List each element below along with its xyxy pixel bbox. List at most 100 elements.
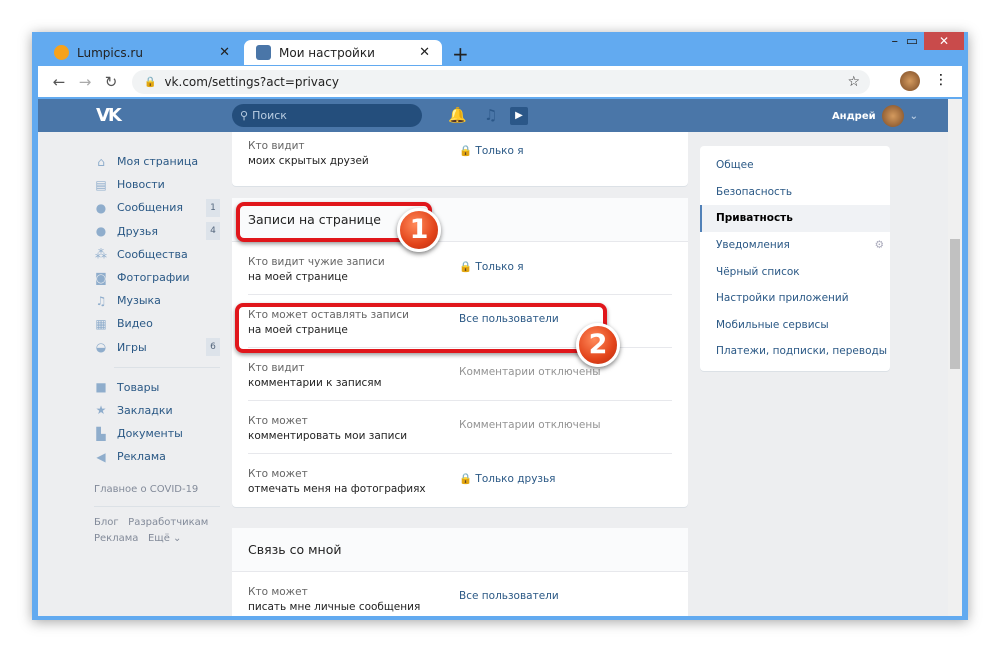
sidebar: ⌂ Моя страница ▤ Новости ● Сообщения 1 ● Друзья 4… xyxy=(94,150,220,547)
sidebar-item-label: Фотографии xyxy=(117,271,190,285)
section-title: Связь со мной xyxy=(232,528,688,572)
divider xyxy=(114,366,220,368)
menu-dots-icon[interactable]: ⋮ xyxy=(934,72,948,88)
video-icon: ▦ xyxy=(95,316,107,331)
sidebar-item[interactable]: ◒ Игры 6 xyxy=(94,336,220,359)
sidebar-item[interactable]: ⌂ Моя страница xyxy=(94,150,220,173)
divider xyxy=(94,506,220,508)
sidebar-item-label: Товары xyxy=(117,380,160,394)
sidebar-item-label: Музыка xyxy=(117,294,161,308)
close-tab-icon[interactable]: ✕ xyxy=(219,45,230,60)
sidebar-item[interactable]: ▦ Видео xyxy=(94,312,220,335)
star-icon: ★ xyxy=(95,403,107,418)
menu-item[interactable]: Приватность xyxy=(700,205,890,232)
sidebar-item[interactable]: ⁂ Сообщества xyxy=(94,243,220,266)
maximize-button[interactable]: ▭ xyxy=(906,34,918,49)
sidebar-item[interactable]: ♫ Музыка xyxy=(94,289,220,312)
setting-value-dropdown[interactable]: 🔒 Только я xyxy=(459,260,524,273)
bookmark-star-icon[interactable]: ☆ xyxy=(847,74,860,90)
sidebar-item[interactable]: ◀ Реклама xyxy=(94,445,220,468)
gear-icon[interactable]: ⚙ xyxy=(875,239,884,251)
setting-value-dropdown[interactable]: Все пользователи xyxy=(459,590,559,602)
menu-item[interactable]: Платежи, подписки, переводы xyxy=(700,338,890,365)
menu-item[interactable]: Уведомления ⚙ xyxy=(700,232,890,259)
setting-row[interactable]: Кто видит чужие записи на моей странице 🔒 … xyxy=(248,242,672,295)
sidebar-item[interactable]: ★ Закладки xyxy=(94,399,220,422)
setting-row[interactable]: Кто может отмечать меня на фотографиях 🔒 Т… xyxy=(248,454,672,507)
sidebar-item[interactable]: ● Друзья 4 xyxy=(94,220,220,243)
setting-row[interactable]: Кто может комментировать мои записи Коммен… xyxy=(248,401,672,454)
url-text: vk.com/settings?act=privacy xyxy=(164,75,339,89)
blog-link[interactable]: Блог xyxy=(94,517,119,528)
ads-link[interactable]: Реклама xyxy=(94,533,138,544)
vk-favicon-icon xyxy=(256,45,271,60)
minimize-button[interactable]: – xyxy=(892,34,899,49)
tab-lumpics[interactable]: Lumpics.ru ✕ xyxy=(42,40,242,65)
setting-value-dropdown[interactable]: Комментарии отключены xyxy=(459,366,601,378)
sidebar-item-label: Игры xyxy=(117,340,147,354)
news-icon: ▤ xyxy=(95,177,107,192)
menu-item[interactable]: Общее xyxy=(700,152,890,179)
vk-logo[interactable]: VK xyxy=(96,105,122,126)
scrollbar-thumb[interactable] xyxy=(950,239,960,369)
profile-avatar[interactable] xyxy=(900,71,920,91)
close-window-button[interactable]: ✕ xyxy=(924,32,964,50)
count-badge: 1 xyxy=(206,198,220,217)
setting-question: Кто может отмечать меня на фотографиях xyxy=(248,468,426,495)
covid-link[interactable]: Главное о COVID-19 xyxy=(94,482,220,498)
setting-value-dropdown[interactable]: Комментарии отключены xyxy=(459,419,601,431)
user-menu[interactable]: Андрей ⌄ xyxy=(832,105,918,127)
menu-item[interactable]: Мобильные сервисы xyxy=(700,312,890,339)
menu-item[interactable]: Безопасность xyxy=(700,179,890,206)
step-marker-1: 1 xyxy=(397,208,441,252)
sidebar-item-label: Моя страница xyxy=(117,155,199,169)
new-tab-button[interactable]: + xyxy=(452,42,469,66)
sidebar-item[interactable]: ▤ Новости xyxy=(94,173,220,196)
address-bar[interactable]: 🔒 vk.com/settings?act=privacy ☆ xyxy=(132,70,870,94)
chevron-down-icon: ⌄ xyxy=(909,110,918,122)
highlight-box-2 xyxy=(235,303,607,353)
user-name: Андрей xyxy=(831,110,876,122)
lock-icon: 🔒 xyxy=(144,76,157,88)
sidebar-item[interactable]: ● Сообщения 1 xyxy=(94,196,220,219)
menu-item[interactable]: Чёрный список xyxy=(700,258,890,285)
search-placeholder: Поиск xyxy=(252,109,287,122)
more-link[interactable]: Ещё xyxy=(148,533,170,544)
close-tab-icon[interactable]: ✕ xyxy=(419,45,430,60)
setting-question: Кто может писать мне личные сообщения xyxy=(248,586,421,613)
sidebar-item[interactable]: ◙ Фотографии xyxy=(94,266,220,289)
sidebar-item-label: Реклама xyxy=(117,450,166,464)
sidebar-item-label: Друзья xyxy=(117,224,159,238)
setting-row[interactable]: Кто может писать мне личные сообщения Все … xyxy=(248,572,672,616)
privacy-panel-top: Кто видит моих скрытых друзей 🔒 Только я xyxy=(232,132,688,186)
search-input[interactable]: ⚲ Поиск xyxy=(232,104,422,127)
tab-settings[interactable]: Мои настройки ✕ xyxy=(244,40,442,65)
gamepad-icon: ◒ xyxy=(95,340,107,355)
play-icon[interactable]: ▶ xyxy=(510,107,528,125)
tab-label: Lumpics.ru xyxy=(77,45,143,60)
developers-link[interactable]: Разработчикам xyxy=(128,517,208,528)
setting-question: Кто видит комментарии к записям xyxy=(248,362,382,389)
bell-icon[interactable]: 🔔 xyxy=(448,106,467,124)
setting-row[interactable]: Кто видит моих скрытых друзей 🔒 Только я xyxy=(248,132,672,179)
music-icon[interactable]: ♫ xyxy=(484,106,497,124)
lock-icon: 🔒 xyxy=(459,473,476,485)
sidebar-item-label: Закладки xyxy=(117,403,173,417)
scrollbar[interactable] xyxy=(948,99,962,616)
forward-icon[interactable]: → xyxy=(72,73,98,91)
messages-icon: ● xyxy=(95,200,107,215)
setting-value[interactable]: 🔒 Только я xyxy=(459,144,524,157)
setting-question: Кто может комментировать мои записи xyxy=(248,415,408,442)
sidebar-item-label: Документы xyxy=(117,427,183,441)
sidebar-item[interactable]: ■ Товары xyxy=(94,376,220,399)
step-marker-2: 2 xyxy=(576,323,620,367)
menu-item[interactable]: Настройки приложений xyxy=(700,285,890,312)
back-icon[interactable]: ← xyxy=(46,73,72,91)
sidebar-item-label: Новости xyxy=(117,178,165,192)
reload-icon[interactable]: ↻ xyxy=(98,73,124,91)
setting-value-dropdown[interactable]: 🔒 Только друзья xyxy=(459,472,556,485)
music-icon: ♫ xyxy=(95,293,107,308)
tab-label: Мои настройки xyxy=(279,45,375,60)
lumpics-favicon-icon xyxy=(54,45,69,60)
sidebar-item[interactable]: ▙ Документы xyxy=(94,422,220,445)
